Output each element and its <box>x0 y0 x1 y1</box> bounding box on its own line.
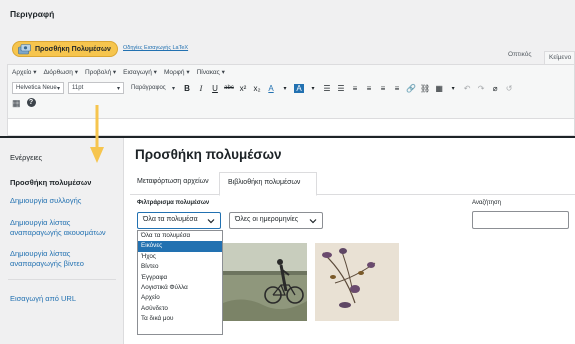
pressed-flowers-photo <box>315 243 399 321</box>
media-thumbnail-cyclist[interactable] <box>223 243 307 321</box>
media-type-option[interactable]: Τα δικά μου <box>138 314 222 324</box>
media-icon <box>18 44 31 55</box>
panel-title: Περιγραφή <box>10 9 55 19</box>
media-type-option[interactable]: Έγγραφα <box>138 273 222 283</box>
subscript-icon[interactable]: x₂ <box>252 84 262 93</box>
redo-icon[interactable]: ↷ <box>476 84 486 93</box>
media-thumbnail-pressed-flowers[interactable] <box>315 243 399 321</box>
media-modal-sidebar <box>0 138 124 344</box>
media-type-option[interactable]: Ασύνδετο <box>138 304 222 314</box>
chevron-down-icon: ▾ <box>56 85 60 92</box>
date-filter-value: Όλες οι ημερομηνίες <box>235 216 299 223</box>
bullet-list-icon[interactable]: ☰ <box>322 84 332 93</box>
media-type-option[interactable]: Ήχος <box>138 252 222 262</box>
arrow-down-icon <box>90 105 104 163</box>
latex-instructions-link[interactable]: Οδηγίες Εισαγωγής LaTeX <box>123 45 188 51</box>
add-media-button[interactable]: Προσθήκη Πολυμέσων <box>12 41 118 57</box>
chevron-down-icon <box>207 219 215 224</box>
help-icon[interactable]: ? <box>26 98 36 107</box>
media-type-option[interactable]: Αρχείο <box>138 293 222 303</box>
unlink-icon[interactable]: ⛓ <box>420 84 430 93</box>
font-family-value: Helvetica Neue <box>16 85 57 91</box>
add-media-label: Προσθήκη Πολυμέσων <box>35 45 111 53</box>
search-label: Αναζήτηση <box>472 200 501 206</box>
filter-media-label: Φιλτράρισμα πολυμέσων <box>137 200 210 206</box>
tab-media-library[interactable]: Βιβλιοθήκη πολυμέσων <box>219 172 317 196</box>
strikethrough-icon[interactable]: abc <box>224 85 234 91</box>
align-right-icon[interactable]: ≡ <box>378 84 388 93</box>
menu-edit[interactable]: Διόρθωση ▾ <box>43 68 77 76</box>
paragraph-value: Παράγραφος <box>131 85 166 91</box>
sidebar-item-add-media[interactable]: Προσθήκη πολυμέσων <box>10 178 91 188</box>
superscript-icon[interactable]: x² <box>238 84 248 93</box>
menu-format[interactable]: Μορφή ▾ <box>164 68 190 76</box>
menu-insert[interactable]: Εισαγωγή ▾ <box>123 68 157 76</box>
media-type-options-list: Όλα τα πολυμέσα Εικόνες Ήχος Βίντεο Έγγραφα Λ… <box>137 230 223 335</box>
modal-title: Προσθήκη πολυμέσων <box>135 147 282 162</box>
font-size-value: 11pt <box>72 85 84 91</box>
menu-table[interactable]: Πίνακας ▾ <box>197 68 225 76</box>
tab-text[interactable]: Κείμενο <box>544 51 575 64</box>
cyclist-photo <box>223 243 307 321</box>
bold-icon[interactable]: B <box>182 84 192 93</box>
paragraph-select[interactable]: Παράγραφος ▾ <box>128 82 178 94</box>
menu-file[interactable]: Αρχείο ▾ <box>12 68 36 76</box>
clear-formatting-icon[interactable]: ⌀ <box>490 84 500 93</box>
media-type-filter-value: Όλα τα πολυμέσα <box>143 216 198 223</box>
sidebar-item-create-video-playlist[interactable]: Δημιουργία λίστας αναπαραγωγής βίντεο <box>10 249 118 269</box>
align-justify-icon[interactable]: ≡ <box>392 84 402 93</box>
align-left-icon[interactable]: ≡ <box>350 84 360 93</box>
media-type-option[interactable]: Όλα τα πολυμέσα <box>138 231 222 241</box>
text-color-icon[interactable]: A <box>266 84 276 93</box>
align-center-icon[interactable]: ≡ <box>364 84 374 93</box>
numbered-list-icon[interactable]: ☰ <box>336 84 346 93</box>
underline-icon[interactable]: U <box>210 84 220 93</box>
background-color-icon[interactable]: A <box>294 83 304 93</box>
format-toolbar-row-2: ▦ ? <box>12 98 36 109</box>
media-type-option[interactable]: Εικόνες <box>138 241 222 252</box>
grid-icon[interactable]: ▦ <box>12 98 21 109</box>
media-type-filter-select[interactable]: Όλα τα πολυμέσα <box>137 212 221 229</box>
media-type-option[interactable]: Βίντεο <box>138 262 222 272</box>
sidebar-item-create-audio-playlist[interactable]: Δημιουργία λίστας αναπαραγωγής ακουσμάτω… <box>10 218 122 238</box>
font-size-select[interactable]: 11pt ▾ <box>68 82 124 94</box>
menu-view[interactable]: Προβολή ▾ <box>85 68 116 76</box>
editor-menubar: Αρχείο ▾ Διόρθωση ▾ Προβολή ▾ Εισαγωγή ▾… <box>12 68 225 76</box>
undo-icon[interactable]: ↶ <box>462 84 472 93</box>
chevron-down-icon: ▾ <box>116 85 120 92</box>
italic-icon[interactable]: I <box>196 84 206 93</box>
tab-upload-files[interactable]: Μεταφόρτωση αρχείων <box>137 178 209 185</box>
font-family-select[interactable]: Helvetica Neue ▾ <box>12 82 64 94</box>
link-icon[interactable]: 🔗 <box>406 84 416 93</box>
sidebar-divider <box>8 279 116 280</box>
search-input[interactable] <box>472 211 569 229</box>
sidebar-item-create-gallery[interactable]: Δημιουργία συλλογής <box>10 196 81 206</box>
sidebar-item-insert-from-url[interactable]: Εισαγωγή από URL <box>10 294 76 304</box>
chevron-down-icon[interactable]: ▾ <box>308 85 318 92</box>
table-icon[interactable]: ▦ <box>434 84 444 93</box>
chevron-down-icon[interactable]: ▾ <box>448 85 458 92</box>
media-type-option[interactable]: Λογιστικά Φύλλα <box>138 283 222 293</box>
chevron-down-icon[interactable]: ▾ <box>280 85 290 92</box>
chevron-down-icon <box>309 219 317 224</box>
sidebar-heading-actions: Ενέργειες <box>10 153 43 162</box>
date-filter-select[interactable]: Όλες οι ημερομηνίες <box>229 212 323 229</box>
chevron-down-icon: ▾ <box>171 85 175 92</box>
format-toolbar-row: Helvetica Neue ▾ 11pt ▾ Παράγραφος ▾ B I… <box>12 82 514 94</box>
history-icon[interactable]: ↺ <box>504 84 514 93</box>
tab-visual[interactable]: Οπτικός <box>508 51 531 58</box>
